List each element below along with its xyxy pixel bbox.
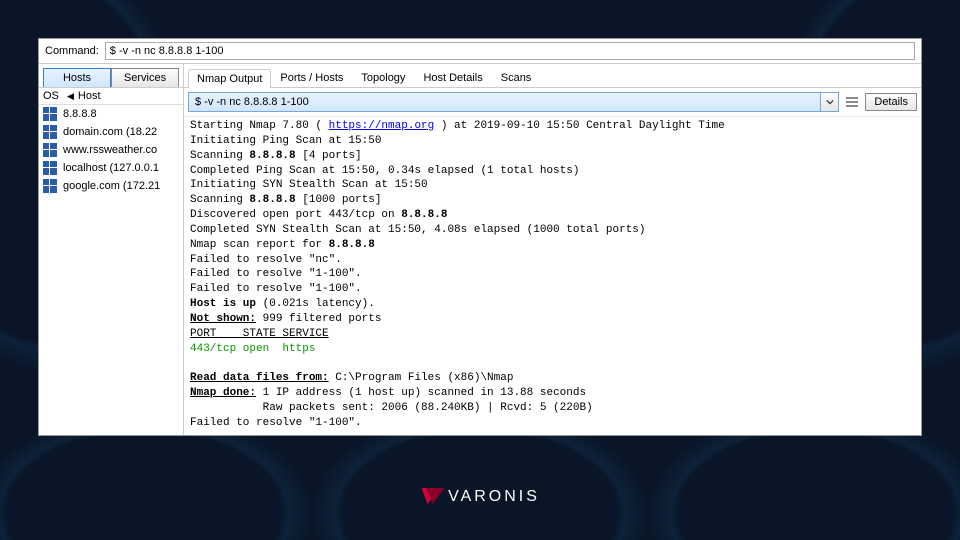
scan-select-combo[interactable]	[188, 92, 839, 112]
main-tabs: Nmap Output Ports / Hosts Topology Host …	[184, 64, 921, 88]
scan-select-input[interactable]	[189, 93, 820, 111]
col-host: Host	[78, 90, 101, 102]
host-item[interactable]: localhost (127.0.0.1	[39, 159, 183, 177]
tab-scans[interactable]: Scans	[492, 68, 541, 87]
app-window: Command: Hosts Services OS ◀ Host 8.8.8.…	[38, 38, 922, 436]
command-bar: Command:	[39, 39, 921, 64]
tab-hosts[interactable]: Hosts	[43, 68, 111, 87]
host-label: domain.com (18.22	[63, 126, 157, 138]
tab-ports-hosts[interactable]: Ports / Hosts	[271, 68, 352, 87]
col-os: OS	[43, 90, 63, 102]
tab-host-details[interactable]: Host Details	[414, 68, 491, 87]
tab-topology[interactable]: Topology	[352, 68, 414, 87]
windows-icon	[43, 125, 57, 139]
brand-footer: VARONIS	[0, 488, 960, 506]
main-pane: Nmap Output Ports / Hosts Topology Host …	[184, 64, 921, 435]
windows-icon	[43, 179, 57, 193]
host-item[interactable]: google.com (172.21	[39, 177, 183, 195]
tab-services[interactable]: Services	[111, 68, 179, 87]
windows-icon	[43, 161, 57, 175]
host-item[interactable]: 8.8.8.8	[39, 105, 183, 123]
host-list: 8.8.8.8 domain.com (18.22 www.rssweather…	[39, 105, 183, 435]
menu-icon[interactable]	[843, 93, 861, 111]
sort-indicator-icon: ◀	[67, 91, 74, 102]
nmap-output-text: Starting Nmap 7.80 ( https://nmap.org ) …	[184, 117, 921, 435]
host-list-header: OS ◀ Host	[39, 88, 183, 105]
chevron-down-icon[interactable]	[820, 93, 838, 111]
command-label: Command:	[45, 45, 99, 57]
host-item[interactable]: www.rssweather.co	[39, 141, 183, 159]
host-item[interactable]: domain.com (18.22	[39, 123, 183, 141]
host-label: google.com (172.21	[63, 180, 160, 192]
host-label: 8.8.8.8	[63, 108, 97, 120]
output-toolbar: Details	[184, 88, 921, 117]
sidebar-tabs: Hosts Services	[39, 64, 183, 88]
command-input[interactable]	[105, 42, 915, 60]
varonis-logo-icon	[420, 488, 442, 506]
host-label: www.rssweather.co	[63, 144, 157, 156]
windows-icon	[43, 107, 57, 121]
sidebar: Hosts Services OS ◀ Host 8.8.8.8 domain.…	[39, 64, 184, 435]
details-button[interactable]: Details	[865, 93, 917, 111]
host-label: localhost (127.0.0.1	[63, 162, 159, 174]
nmap-link[interactable]: https://nmap.org	[329, 120, 435, 132]
brand-name: VARONIS	[448, 488, 540, 506]
windows-icon	[43, 143, 57, 157]
tab-nmap-output[interactable]: Nmap Output	[188, 69, 271, 88]
